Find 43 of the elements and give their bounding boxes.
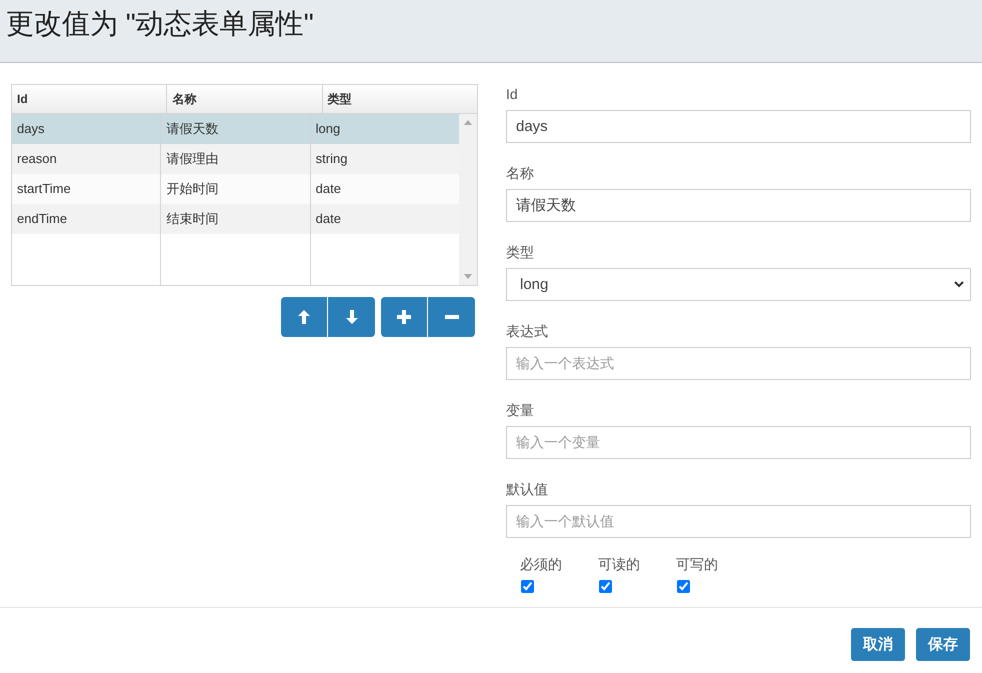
move-down-button[interactable] [328, 297, 375, 337]
table-cell-text: string [314, 150, 348, 168]
input-field[interactable]: 请假天数 [506, 189, 971, 222]
table-row[interactable]: days 请假天数 long [12, 114, 459, 144]
checkbox[interactable] [521, 580, 534, 593]
table-cell: endTime [12, 204, 162, 234]
checkbox-label: 可读的 [598, 556, 641, 574]
table-cell: 结束时间 [161, 204, 311, 234]
checkbox[interactable] [599, 580, 612, 593]
table-row[interactable]: endTime 结束时间 date [12, 204, 459, 234]
column-header[interactable]: Id [12, 85, 168, 113]
select-field[interactable]: long [506, 268, 971, 301]
dialog-title: 更改值为 "动态表单属性" [5, 7, 315, 41]
field-label: 名称 [506, 164, 535, 182]
field-label: 默认值 [506, 480, 549, 498]
column-header[interactable]: 名称 [167, 85, 323, 113]
table-cell-text: date [314, 180, 342, 198]
checkbox[interactable] [677, 580, 690, 593]
input-field[interactable]: 输入一个默认值 [506, 505, 971, 538]
input-field[interactable]: 输入一个变量 [506, 426, 971, 459]
field-label: 变量 [506, 401, 535, 419]
table-cell-text: long [314, 120, 342, 138]
field-label: 类型 [506, 243, 535, 261]
cancel-button[interactable]: 取消 [851, 628, 905, 661]
arrow-up-icon [298, 310, 310, 324]
input-field[interactable]: 输入一个表达式 [506, 347, 971, 380]
minus-icon [444, 315, 458, 319]
table-row[interactable]: startTime 开始时间 date [12, 174, 459, 204]
table-cell-text: date [314, 210, 342, 228]
chevron-down-icon [954, 281, 964, 288]
table-row[interactable]: reason 请假理由 string [12, 144, 459, 174]
remove-button[interactable] [428, 297, 475, 337]
add-button[interactable] [381, 297, 428, 337]
input-field[interactable]: days [506, 110, 971, 143]
column-header[interactable]: 类型 [322, 85, 477, 113]
checkbox-label: 必须的 [520, 556, 563, 574]
arrow-down-icon [346, 310, 358, 324]
field-label: Id [506, 85, 519, 103]
plus-icon [397, 310, 411, 324]
move-up-button[interactable] [281, 297, 328, 337]
field-label: 表达式 [506, 322, 549, 340]
save-button[interactable]: 保存 [916, 628, 970, 661]
checkbox-label: 可写的 [676, 556, 719, 574]
